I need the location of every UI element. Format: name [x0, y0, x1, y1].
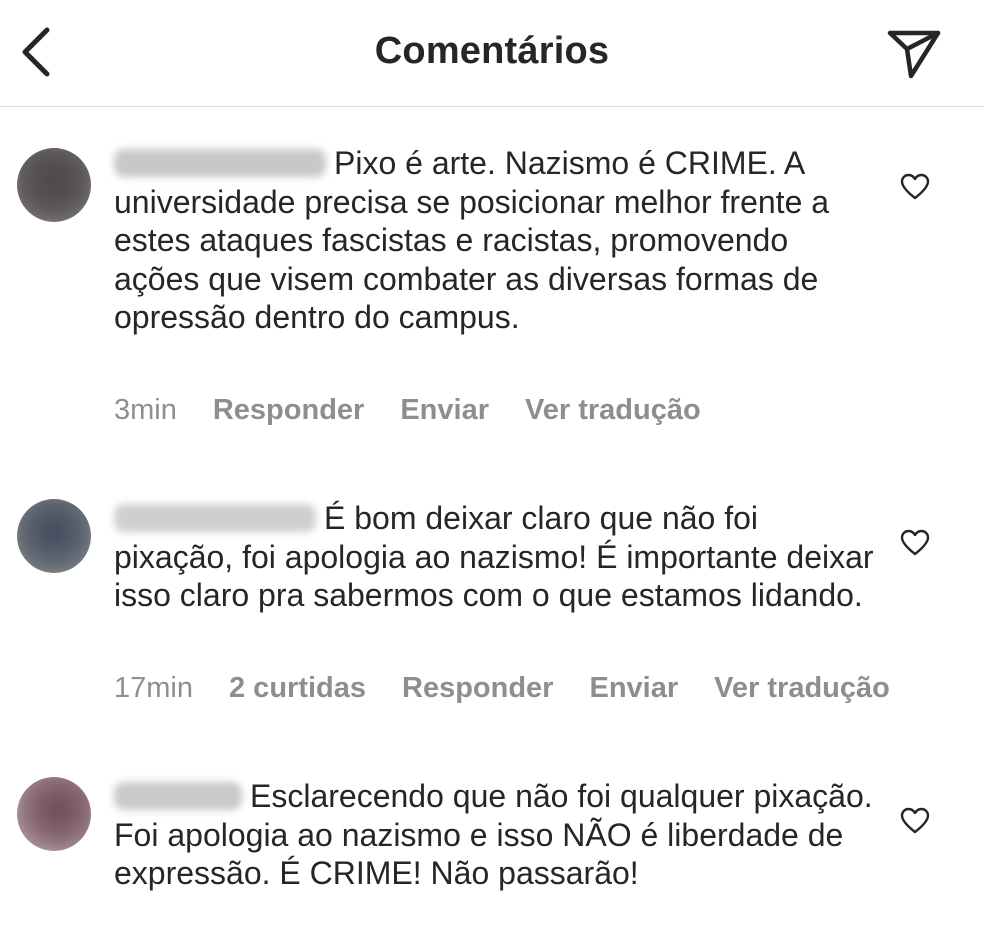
heart-outline-icon — [900, 529, 930, 556]
like-button[interactable] — [898, 170, 932, 204]
username-blurred[interactable] — [114, 149, 326, 177]
like-button[interactable] — [898, 804, 932, 838]
comment-meta: 17min 2 curtidas Responder Enviar Ver traduç… — [114, 672, 926, 705]
avatar[interactable] — [17, 148, 91, 222]
reply-button[interactable]: Responder — [402, 672, 553, 704]
send-button[interactable] — [884, 24, 944, 84]
likes-count[interactable]: 2 curtidas — [229, 672, 366, 704]
paper-plane-icon — [887, 30, 941, 79]
heart-outline-icon — [900, 173, 930, 200]
reply-button[interactable]: Responder — [213, 394, 364, 426]
translate-button[interactable]: Ver tradução — [714, 672, 890, 704]
page-title: Comentários — [374, 30, 610, 72]
username-blurred[interactable] — [114, 504, 316, 532]
comment-time: 3min — [114, 394, 177, 426]
comment-text-block: Esclarecendo que não foi qualquer pixaçã… — [114, 777, 874, 893]
avatar[interactable] — [17, 777, 91, 851]
heart-outline-icon — [900, 807, 930, 834]
send-comment-button[interactable]: Enviar — [400, 394, 489, 426]
header-bar: Comentários — [0, 0, 984, 107]
username-blurred[interactable] — [114, 782, 242, 810]
send-comment-button[interactable]: Enviar — [589, 672, 678, 704]
comment-meta: 3min Responder Enviar Ver tradução — [114, 394, 737, 427]
avatar[interactable] — [17, 499, 91, 573]
like-button[interactable] — [898, 526, 932, 560]
comment-time: 17min — [114, 672, 193, 704]
comment-text-block: Pixo é arte. Nazismo é CRIME. A universi… — [114, 144, 874, 337]
comment-text-block: É bom deixar claro que não foi pixação, … — [114, 499, 874, 615]
translate-button[interactable]: Ver tradução — [525, 394, 701, 426]
